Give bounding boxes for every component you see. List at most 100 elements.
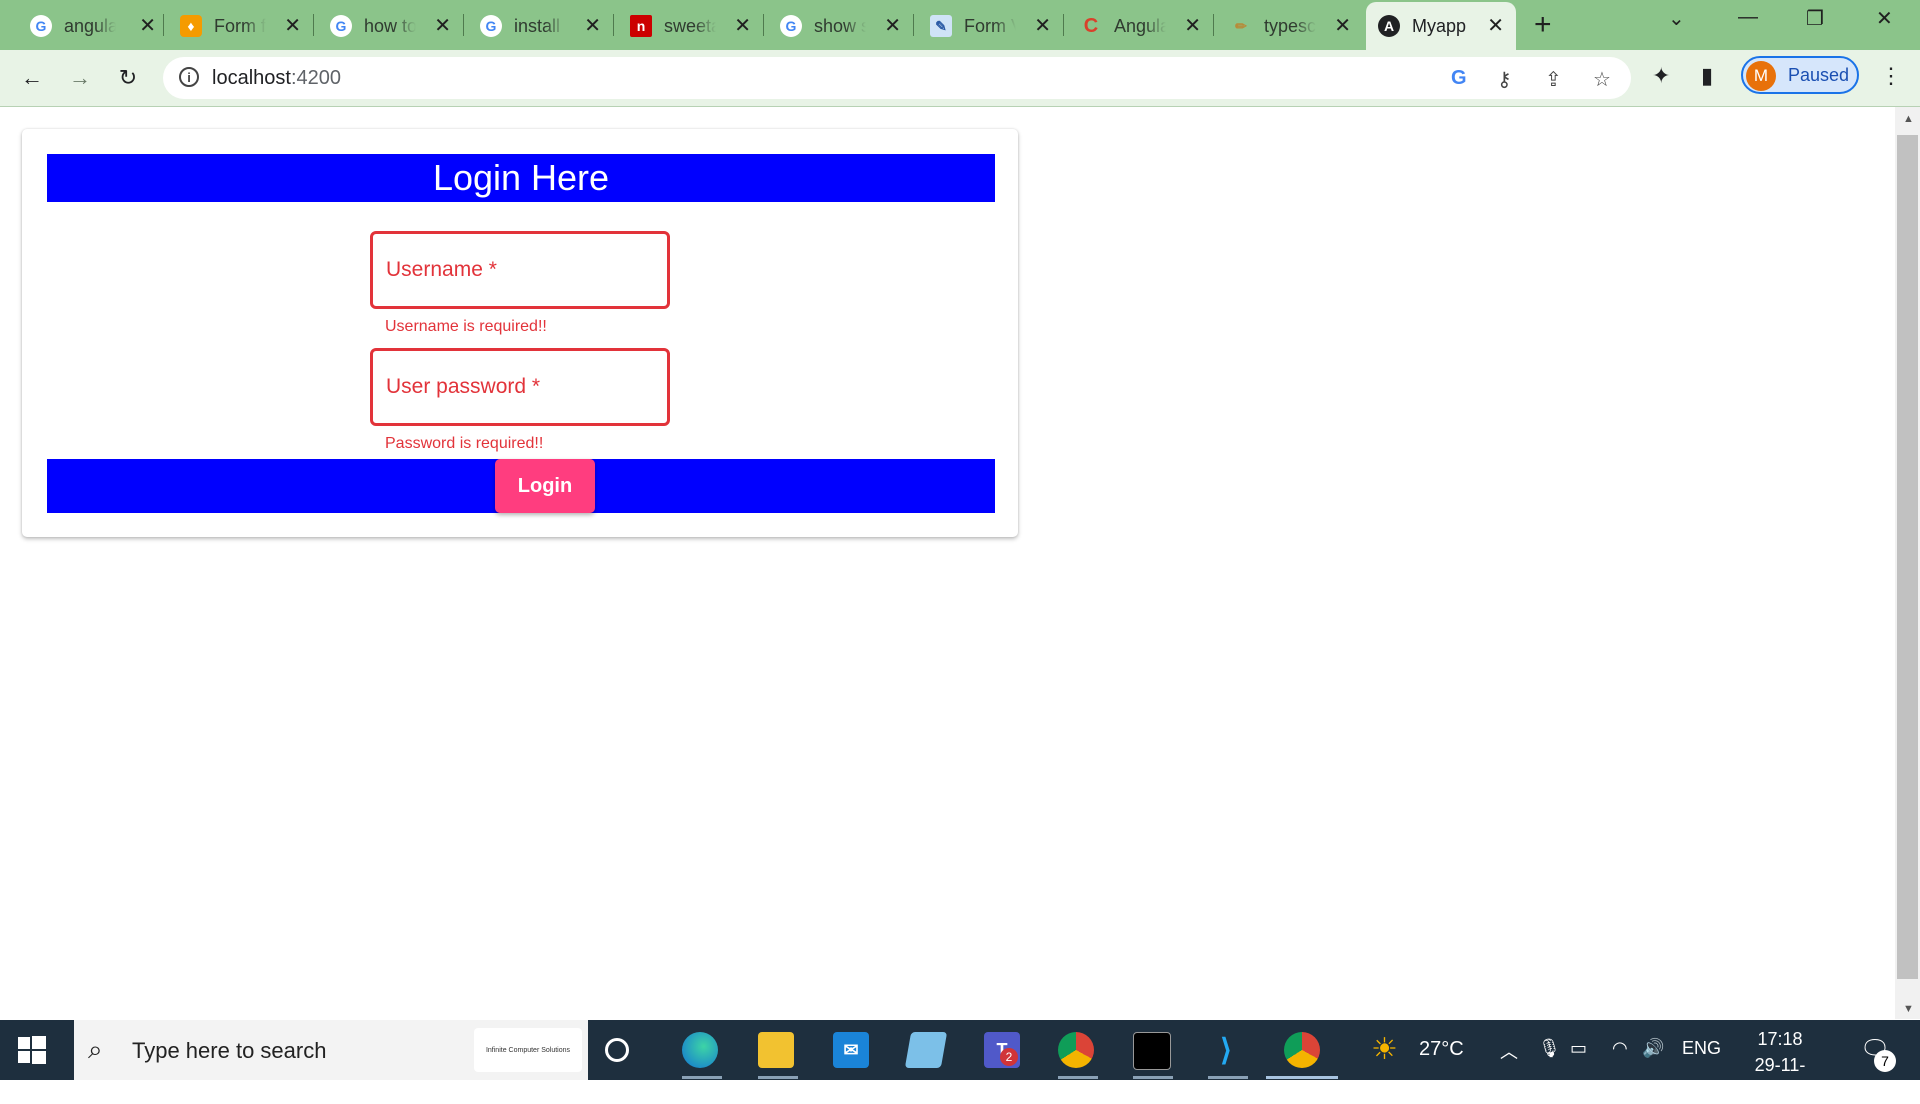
close-icon[interactable]: ✕ (734, 16, 751, 36)
tab-separator (463, 14, 464, 36)
share-icon[interactable]: ⇪ (1545, 67, 1562, 92)
tab-search-icon[interactable]: ⌄ (1668, 6, 1685, 31)
tab-title: typesc (1264, 15, 1316, 36)
teams-badge: 2 (1000, 1048, 1018, 1066)
notification-count: 7 (1874, 1050, 1896, 1072)
forward-button[interactable]: → (62, 60, 98, 96)
chrome-active-icon[interactable] (1284, 1032, 1320, 1068)
page-scrollbar[interactable]: ▲ ▼ (1895, 107, 1920, 1019)
angular-c-icon: C (1083, 14, 1099, 37)
password-field[interactable]: User password * (370, 348, 670, 426)
username-label: Username * (386, 258, 497, 281)
close-icon[interactable]: ✕ (1034, 16, 1051, 36)
microphone-icon[interactable]: 🎙 (1538, 1038, 1561, 1059)
cortana-icon[interactable] (605, 1038, 629, 1062)
tab-myapp-active[interactable]: A Myapp ✕ (1366, 2, 1516, 50)
weather-temp[interactable]: 27°C (1419, 1038, 1464, 1061)
close-icon[interactable]: ✕ (884, 16, 901, 36)
password-error: Password is required!! (385, 435, 544, 452)
wifi-icon[interactable]: ◠ (1612, 1038, 1628, 1059)
vscode-icon[interactable]: ⟩ (1208, 1032, 1244, 1068)
tab-5[interactable]: n sweeta ✕ (618, 6, 763, 46)
close-icon[interactable]: ✕ (1334, 16, 1351, 36)
running-indicator (682, 1076, 722, 1079)
page-title: Login Here (432, 157, 610, 198)
pencil-icon: ✏ (1235, 17, 1247, 34)
google-icon: G (30, 15, 52, 37)
address-bar[interactable]: i localhost:4200 G ⚷ ⇪ ☆ (163, 57, 1631, 99)
back-button[interactable]: ← (14, 60, 50, 96)
scrollbar-thumb[interactable] (1897, 135, 1918, 979)
close-icon[interactable]: ✕ (1184, 16, 1201, 36)
page-icon: ✎ (930, 15, 952, 37)
scroll-down-icon[interactable]: ▼ (1903, 1003, 1914, 1015)
profile-button[interactable]: M Paused (1741, 56, 1859, 94)
notepad-icon[interactable] (904, 1032, 948, 1068)
side-panel-icon[interactable]: ▮ (1701, 63, 1713, 89)
running-indicator (1208, 1076, 1248, 1079)
url-text[interactable]: localhost:4200 (212, 67, 341, 90)
close-icon[interactable]: ✕ (584, 16, 601, 36)
browser-tab-strip: G angula ✕ ♦ Form f ✕ G how to ✕ G insta… (0, 0, 1920, 50)
tab-4[interactable]: G install ✕ (468, 6, 613, 46)
tab-separator (313, 14, 314, 36)
tab-2[interactable]: ♦ Form f ✕ (168, 6, 313, 46)
restore-icon[interactable]: ❐ (1806, 6, 1824, 31)
tab-6[interactable]: G show s ✕ (768, 6, 913, 46)
running-indicator (1058, 1076, 1098, 1079)
google-icon: G (480, 15, 502, 37)
tab-title: Angula (1114, 15, 1166, 36)
tab-separator (163, 14, 164, 36)
tab-title: sweeta (664, 15, 716, 36)
clock-time: 17:18 (1757, 1029, 1803, 1049)
file-explorer-icon[interactable] (758, 1032, 794, 1068)
weather-sun-icon[interactable]: ☀ (1371, 1032, 1398, 1067)
info-icon[interactable]: i (179, 67, 199, 87)
key-icon[interactable]: ⚷ (1497, 67, 1512, 92)
login-card: Login Here Username * Username is requir… (22, 129, 1018, 537)
login-header: Login Here (47, 154, 995, 202)
running-indicator (1133, 1076, 1173, 1079)
mail-icon[interactable]: ✉ (833, 1032, 869, 1068)
google-icon: G (330, 15, 352, 37)
terminal-icon[interactable] (1133, 1032, 1171, 1070)
menu-kebab-icon[interactable]: ⋮ (1880, 63, 1902, 89)
tab-title: how to (364, 15, 416, 36)
tab-3[interactable]: G how to ✕ (318, 6, 463, 46)
language-indicator[interactable]: ENG (1682, 1038, 1721, 1059)
window-close-icon[interactable]: ✕ (1876, 6, 1893, 31)
new-tab-button[interactable]: + (1534, 8, 1552, 42)
chrome-icon[interactable] (1058, 1032, 1094, 1068)
tab-8[interactable]: C Angula ✕ (1068, 6, 1213, 46)
close-icon[interactable]: ✕ (284, 16, 301, 36)
login-button[interactable]: Login (495, 459, 595, 513)
search-highlight-logo: Infinite Computer Solutions (474, 1028, 582, 1072)
username-field[interactable]: Username * (370, 231, 670, 309)
taskbar-search-box[interactable]: ⌕ Type here to search Infinite Computer … (74, 1020, 588, 1080)
volume-icon[interactable]: 🔊 (1642, 1038, 1664, 1059)
reload-icon: ↻ (118, 65, 138, 90)
close-icon[interactable]: ✕ (139, 16, 156, 36)
system-clock[interactable]: 17:18 29-11-2022 (1735, 1026, 1825, 1104)
close-icon[interactable]: ✕ (434, 16, 451, 36)
bookmark-star-icon[interactable]: ☆ (1593, 67, 1611, 92)
tab-7[interactable]: ✎ Form V ✕ (918, 6, 1063, 46)
extensions-icon[interactable]: ✦ (1652, 63, 1670, 89)
google-lens-icon[interactable]: G (1451, 67, 1467, 90)
tab-separator (1063, 14, 1064, 36)
windows-start-icon[interactable] (18, 1036, 46, 1064)
chevron-up-icon[interactable]: ︿ (1500, 1038, 1518, 1064)
google-icon: G (780, 15, 802, 37)
tab-separator (763, 14, 764, 36)
battery-icon[interactable]: ▭ (1570, 1038, 1587, 1059)
minimize-icon[interactable]: — (1738, 6, 1758, 29)
tab-title: install (514, 15, 561, 36)
tab-9[interactable]: ✏ typesc ✕ (1218, 6, 1363, 46)
close-icon[interactable]: ✕ (1487, 16, 1504, 36)
tab-1[interactable]: G angula ✕ (18, 6, 168, 46)
edge-icon[interactable] (682, 1032, 718, 1068)
tab-title: Myapp (1412, 15, 1467, 36)
reload-button[interactable]: ↻ (110, 60, 146, 96)
scroll-up-icon[interactable]: ▲ (1903, 113, 1914, 125)
arrow-left-icon: ← (21, 65, 43, 90)
